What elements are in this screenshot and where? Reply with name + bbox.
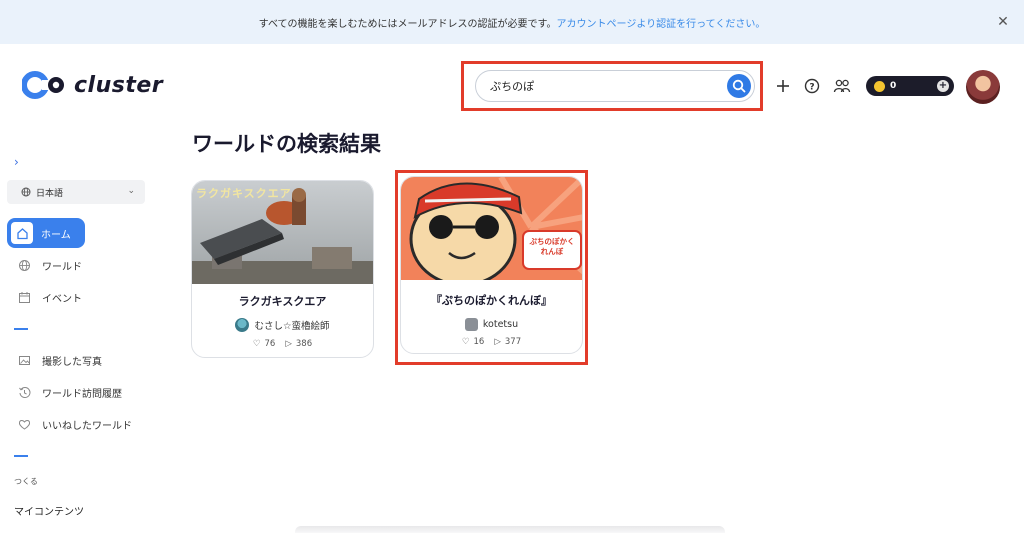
history-icon [16, 384, 32, 400]
banner-text: すべての機能を楽しむためにはメールアドレスの認証が必要です。 [258, 18, 557, 30]
world-author[interactable]: むさし☆蛮櫓絵師 [192, 318, 373, 332]
photo-icon [16, 352, 32, 368]
sidebar-item-world[interactable]: ワールド [7, 250, 147, 280]
play-icon: ▷ [285, 339, 292, 349]
add-coin-icon[interactable]: + [937, 80, 949, 92]
sidebar-item-label: ワールド [42, 261, 82, 273]
world-thumbnail [401, 177, 582, 280]
chevron-down-icon: ⌄ [127, 186, 135, 196]
bottom-panel-edge [295, 526, 725, 533]
help-icon: ? [804, 78, 820, 94]
heart-icon: ♡ [252, 339, 261, 349]
search-icon [732, 79, 746, 93]
sidebar-expand-icon[interactable]: › [14, 155, 19, 169]
sidebar-divider [14, 328, 28, 330]
play-count: 377 [504, 337, 522, 347]
page-title: ワールドの検索結果 [192, 132, 381, 156]
author-name: むさし☆蛮櫓絵師 [254, 321, 330, 332]
help-button[interactable]: ? [801, 75, 823, 97]
author-avatar [235, 318, 250, 332]
language-select[interactable]: 日本語 ⌄ [7, 180, 145, 204]
account-page-link[interactable]: アカウントページより認証を行ってください。 [557, 15, 766, 30]
sidebar-item-label: 撮影した写真 [42, 356, 102, 368]
search-box[interactable] [475, 70, 755, 102]
sidebar-item-label: ホーム [41, 229, 71, 241]
world-card[interactable]: ラクガキスクエア むさし☆蛮櫓絵師 ♡ 76 ▷ 386 ラクガキスクエア [191, 180, 374, 358]
globe-icon [16, 257, 32, 273]
search-button[interactable] [727, 74, 751, 98]
play-count: 386 [295, 339, 313, 349]
friends-icon [833, 79, 851, 93]
sidebar-item-photos[interactable]: 撮影した写真 [7, 345, 147, 375]
sidebar-item-my-content[interactable]: マイコンテンツ [14, 503, 84, 518]
globe-icon [21, 187, 31, 197]
thumbnail-text: ラクガキスクエア [196, 187, 292, 200]
add-button[interactable] [772, 75, 794, 97]
user-avatar[interactable] [966, 70, 1000, 104]
world-card[interactable]: ぷちのぽかくれんぼ 『ぷちのぽかくれんぼ』 kotetsu ♡ 16 ▷ 377 [400, 176, 583, 354]
sidebar-item-home[interactable]: ホーム [7, 218, 85, 248]
like-count: 16 [473, 337, 485, 347]
world-stats: ♡ 76 ▷ 386 [192, 339, 373, 349]
sidebar-divider [14, 455, 28, 457]
logo-text: cluster [74, 72, 164, 98]
sidebar-item-label: いいねしたワールド [42, 420, 132, 432]
close-icon[interactable]: ✕ [994, 13, 1012, 31]
world-author[interactable]: kotetsu [401, 318, 582, 331]
coin-icon [874, 80, 885, 92]
friends-button[interactable] [831, 75, 853, 97]
sidebar-item-events[interactable]: イベント [7, 282, 147, 312]
world-stats: ♡ 16 ▷ 377 [401, 337, 582, 347]
search-input[interactable] [490, 79, 710, 93]
world-title: 『ぷちのぽかくれんぼ』 [430, 294, 553, 307]
coin-value: 0 [890, 81, 897, 91]
svg-text:?: ? [809, 83, 814, 93]
cluster-logo[interactable]: cluster [22, 70, 163, 100]
heart-icon: ♡ [461, 337, 470, 347]
author-name: kotetsu [482, 319, 519, 330]
section-label-create: つくる [14, 477, 38, 486]
calendar-icon [16, 289, 32, 305]
home-icon [11, 222, 33, 244]
logo-mark-icon [22, 71, 64, 99]
play-icon: ▷ [494, 337, 501, 347]
author-avatar [464, 318, 478, 331]
world-title: ラクガキスクエア [238, 295, 327, 308]
like-count: 76 [264, 339, 276, 349]
thumbnail-text: ぷちのぽかくれんぼ [529, 237, 575, 256]
verification-banner: すべての機能を楽しむためにはメールアドレスの認証が必要です。 アカウントページより… [0, 0, 1024, 44]
sidebar-item-history[interactable]: ワールド訪問履歴 [7, 377, 147, 407]
sidebar-item-label: ワールド訪問履歴 [42, 388, 122, 400]
coin-balance[interactable]: 0 + [866, 76, 954, 96]
sidebar-item-liked[interactable]: いいねしたワールド [7, 409, 147, 439]
sidebar-item-label: イベント [42, 293, 82, 305]
plus-icon [777, 80, 789, 92]
heart-icon [16, 416, 32, 432]
language-label: 日本語 [36, 188, 64, 199]
